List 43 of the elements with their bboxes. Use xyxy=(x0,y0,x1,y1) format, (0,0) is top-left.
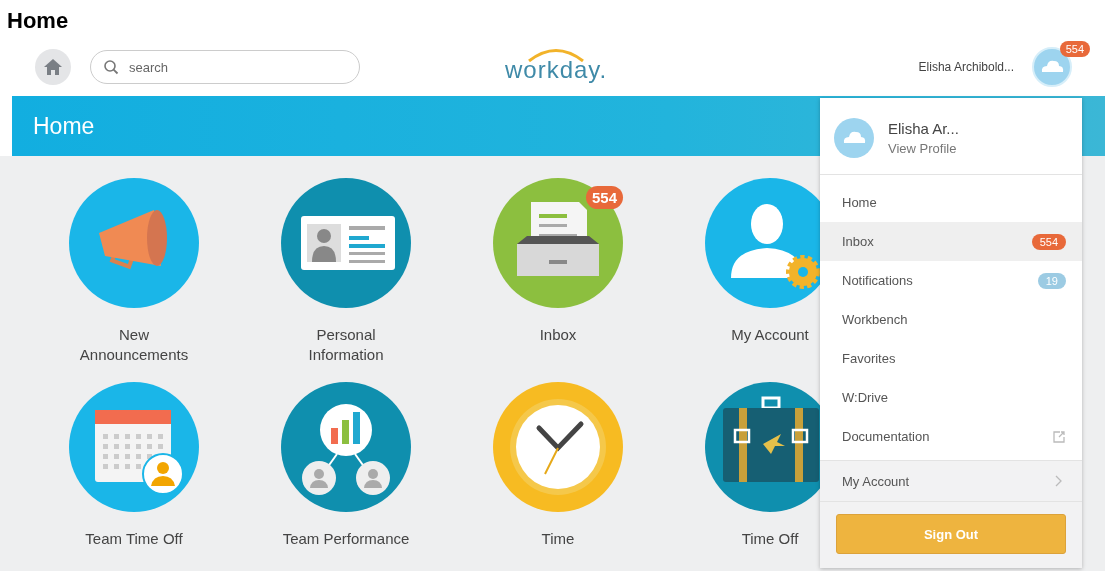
app-label[interactable]: Inbox xyxy=(493,325,623,345)
menu-item-label: Workbench xyxy=(842,312,908,327)
app-label[interactable]: Personal Information xyxy=(281,325,411,365)
id-card-icon[interactable] xyxy=(281,178,411,308)
page-title: Home xyxy=(6,7,70,35)
clock-icon[interactable] xyxy=(493,382,623,512)
avatar-cloud-icon xyxy=(834,118,874,158)
team-chart-icon[interactable] xyxy=(281,382,411,512)
calendar-icon[interactable] xyxy=(69,382,199,512)
banner-title: Home xyxy=(33,112,95,140)
inbox-tray-icon[interactable] xyxy=(493,178,623,308)
app-label[interactable]: Team Performance xyxy=(281,529,411,549)
count-badge: 554 xyxy=(1031,233,1066,250)
menu-item-label: Documentation xyxy=(842,429,930,444)
menu-item[interactable]: Home xyxy=(820,183,1082,222)
menu-item[interactable]: Documentation xyxy=(820,417,1082,456)
home-icon xyxy=(43,57,63,77)
menu-item[interactable]: Inbox 554 xyxy=(820,222,1082,261)
menu-item-label: W:Drive xyxy=(842,390,888,405)
app-label[interactable]: Team Time Off xyxy=(69,529,199,549)
menu-item[interactable]: Notifications 19 xyxy=(820,261,1082,300)
megaphone-icon[interactable] xyxy=(69,178,199,308)
menu-item[interactable]: W:Drive xyxy=(820,378,1082,417)
my-account-item[interactable]: My Account xyxy=(820,460,1082,502)
menu-item-label: Favorites xyxy=(842,351,896,366)
app-label[interactable]: New Announcements xyxy=(69,325,199,365)
notification-badge: 554 xyxy=(1059,41,1090,57)
count-badge: 554 xyxy=(585,186,623,209)
user-name[interactable]: Elisha Archibold... xyxy=(918,60,1014,74)
logo: workday. xyxy=(505,56,608,84)
menu-item-label: Inbox xyxy=(842,234,874,249)
search-field[interactable]: search xyxy=(90,50,360,84)
view-profile-link[interactable]: View Profile xyxy=(888,141,959,156)
menu-item-label: My Account xyxy=(842,473,910,489)
menu-item[interactable]: Workbench xyxy=(820,300,1082,339)
menu-item[interactable]: Favorites xyxy=(820,339,1082,378)
menu-item-label: Notifications xyxy=(842,273,913,288)
chevron-right-icon xyxy=(1054,475,1062,487)
count-badge: 19 xyxy=(1037,272,1066,289)
app-label[interactable]: Time xyxy=(493,529,623,549)
home-button[interactable] xyxy=(35,49,71,85)
menu-item-label: Home xyxy=(842,195,877,210)
user-name: Elisha Ar... xyxy=(888,120,959,137)
